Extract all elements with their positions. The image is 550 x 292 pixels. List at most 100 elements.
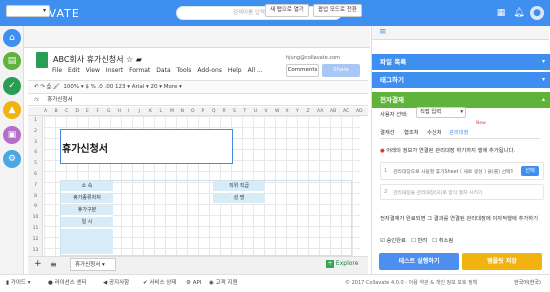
tab-approval-line[interactable]: 결재선	[380, 128, 395, 136]
popup-mode-button[interactable]: 팝업 모드로 전환	[313, 4, 362, 17]
footer-notice[interactable]: ◀ 공지사항	[103, 275, 129, 292]
menu-insert[interactable]: Insert	[106, 67, 123, 74]
footer-guide[interactable]: ▮ 가이드 ▾	[6, 275, 30, 292]
menu-tools[interactable]: Tools	[177, 67, 192, 74]
format-toolbar[interactable]: ↶ ↷ ⎙ 🖌︎ 100% ▾ $ % .0 .00 123 ▾ Arial ▾…	[28, 80, 368, 94]
formula-value[interactable]: 휴가신청서	[47, 97, 72, 103]
column-header[interactable]: O	[191, 107, 195, 115]
notification-bell-icon[interactable]: 🔔︎	[512, 6, 526, 20]
row-header[interactable]: 6	[28, 172, 43, 177]
save-template-button[interactable]: 템플릿 저장	[462, 253, 542, 270]
panel-file-list[interactable]: 파일 목록 ▾	[372, 54, 550, 70]
row-header[interactable]: 5	[28, 161, 43, 166]
menu-icon[interactable]: ≡	[379, 27, 387, 37]
column-header[interactable]: E	[86, 107, 89, 115]
menu-all[interactable]: All ...	[248, 67, 263, 74]
row-header[interactable]: 3	[28, 140, 43, 145]
star-icon[interactable]: ☆	[126, 55, 133, 64]
column-header[interactable]: S	[233, 107, 236, 115]
footer-copyright[interactable]: © 2017 Collavate 4.0.0 - 이용 약관 & 개인 정보 보…	[345, 275, 477, 292]
column-header[interactable]: X	[286, 107, 289, 115]
test-run-button[interactable]: 테스트 실행하기	[379, 253, 459, 270]
footer-license[interactable]: ● 라이선스 센터	[48, 275, 87, 292]
column-header[interactable]: J	[139, 107, 140, 115]
menu-data[interactable]: Data	[156, 67, 170, 74]
menu-edit[interactable]: Edit	[68, 67, 80, 74]
tab-cooperation[interactable]: 협조처	[404, 128, 419, 136]
row-header[interactable]: 2	[28, 129, 43, 134]
settings-icon[interactable]: ⚙	[3, 150, 21, 168]
row-header[interactable]: 10	[28, 215, 43, 220]
sheet-title[interactable]: ABC회사 휴가신청서 ☆ ▰	[53, 54, 142, 65]
row-header[interactable]: 1	[28, 118, 43, 123]
column-header[interactable]: B	[55, 107, 58, 115]
sheet-tab[interactable]: 휴가신청서 ▾	[70, 258, 116, 271]
column-header[interactable]: D	[76, 107, 79, 115]
row-header[interactable]: 11	[28, 226, 43, 231]
paint-format-icon[interactable]: 🖌︎	[53, 84, 60, 90]
home-icon[interactable]: ⌂	[3, 29, 21, 47]
column-header[interactable]: Y	[296, 107, 299, 115]
footer-language[interactable]: 한국어(한국)	[514, 275, 541, 292]
footer-api[interactable]: ⚙ API	[186, 275, 201, 292]
comments-button[interactable]: Comments	[286, 64, 319, 77]
version-dropdown[interactable]: ▾	[6, 5, 50, 17]
document-icon[interactable]: ▤	[3, 52, 21, 70]
column-header[interactable]: A	[44, 107, 47, 115]
column-header[interactable]: Z	[307, 107, 310, 115]
row-header[interactable]: 12	[28, 237, 43, 242]
menu-format[interactable]: Format	[129, 67, 150, 74]
menu-help[interactable]: Help	[228, 67, 242, 74]
column-header[interactable]: G	[107, 107, 111, 115]
calendar-icon[interactable]: ▣	[3, 126, 21, 144]
avatar[interactable]: ●	[530, 6, 544, 20]
column-header[interactable]: K	[149, 107, 152, 115]
folder-icon[interactable]: ▰	[136, 55, 142, 64]
explore-button[interactable]: + Explore	[326, 260, 358, 268]
column-header[interactable]: U	[254, 107, 257, 115]
tab-ledger[interactable]: 관리대장	[449, 128, 469, 136]
row-header[interactable]: 13	[28, 248, 43, 253]
row-header[interactable]: 4	[28, 150, 43, 155]
drive-icon[interactable]: ▲	[3, 101, 21, 119]
column-header[interactable]: R	[223, 107, 226, 115]
tab-recipient[interactable]: 수신처	[427, 128, 442, 136]
column-header[interactable]: N	[181, 107, 184, 115]
column-header[interactable]: P	[202, 107, 205, 115]
menu-view[interactable]: View	[86, 67, 100, 74]
column-header[interactable]: T	[244, 107, 247, 115]
select-ledger-button[interactable]: 선택	[521, 166, 539, 176]
column-header[interactable]: H	[118, 107, 121, 115]
add-sheet-icon[interactable]: +	[34, 259, 42, 269]
column-header[interactable]: F	[97, 107, 100, 115]
column-header[interactable]: I	[128, 107, 129, 115]
approver-select[interactable]: 직접 입력 ▾	[416, 107, 466, 118]
apps-grid-icon[interactable]: ▦	[494, 6, 508, 20]
column-header[interactable]: V	[265, 107, 268, 115]
redo-icon[interactable]: ↷	[40, 84, 45, 90]
print-icon[interactable]: ⎙	[47, 84, 51, 90]
column-header[interactable]: C	[65, 107, 68, 115]
row-header[interactable]: 8	[28, 194, 43, 199]
open-new-tab-button[interactable]: 새 탭으로 열기	[265, 4, 309, 17]
formula-bar[interactable]: fx 휴가신청서	[28, 95, 368, 106]
share-button[interactable]: Share	[322, 64, 360, 77]
column-header[interactable]: AD	[356, 107, 363, 115]
approval-icon[interactable]: ✓	[3, 77, 21, 95]
checkbox-cancelled[interactable]: ☐ 취소됨	[432, 238, 453, 244]
undo-icon[interactable]: ↶	[34, 84, 39, 90]
row-header[interactable]: 7	[28, 183, 43, 188]
panel-approval[interactable]: 전자결재 ▴	[372, 92, 550, 108]
footer-support[interactable]: ◉ 고객 지원	[209, 275, 238, 292]
column-header[interactable]: AB	[330, 107, 336, 115]
column-header[interactable]: Q	[212, 107, 216, 115]
row-header[interactable]: 9	[28, 204, 43, 209]
column-header[interactable]: AA	[317, 107, 323, 115]
column-header[interactable]: AC	[343, 107, 349, 115]
column-header[interactable]: L	[160, 107, 163, 115]
panel-tag[interactable]: 태그하기 ▾	[372, 72, 550, 88]
menu-file[interactable]: File	[52, 67, 62, 74]
menu-addons[interactable]: Add-ons	[197, 67, 222, 74]
sheet-list-icon[interactable]: ≡	[50, 260, 57, 269]
checkbox-approved[interactable]: ☑ 승인완료	[380, 238, 406, 244]
